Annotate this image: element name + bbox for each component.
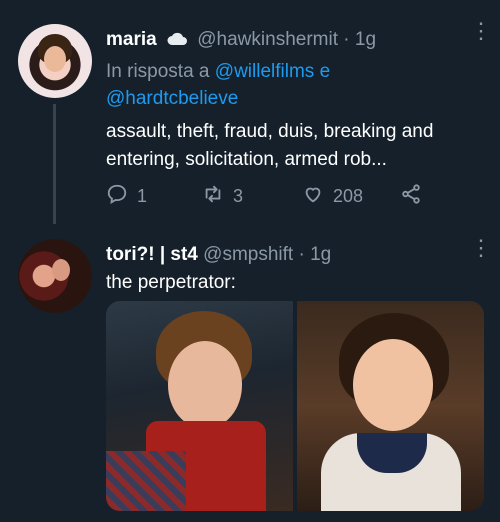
reply-user-link[interactable]: @hardtcbelieve: [106, 88, 238, 109]
display-name[interactable]: maria: [106, 29, 157, 50]
handle[interactable]: @hawkinshermit: [197, 29, 338, 50]
share-icon: [400, 183, 422, 210]
more-options-icon[interactable]: ⋮: [470, 20, 492, 42]
reply-count: 1: [137, 186, 148, 206]
tweet-header: maria @hawkinshermit · 1g: [106, 28, 376, 54]
reply-user-link[interactable]: @willelfilms: [215, 61, 315, 82]
media-photo[interactable]: [297, 301, 484, 511]
avatar-maria[interactable]: [18, 24, 92, 98]
heart-icon: [302, 183, 324, 210]
handle[interactable]: @smpshift: [203, 244, 293, 265]
timestamp[interactable]: 1g: [310, 244, 331, 265]
tweet-maria[interactable]: maria @hawkinshermit · 1g ⋮ In risposta …: [0, 0, 500, 225]
reply-context: In risposta a @willelfilms e @hardtcbeli…: [106, 58, 406, 112]
tweet-tori[interactable]: tori?! | st4 @smpshift · 1g ⋮ the perpet…: [0, 225, 500, 522]
thread-line: [53, 104, 56, 224]
retweet-button[interactable]: 3: [202, 183, 243, 210]
reply-button[interactable]: 1: [106, 183, 147, 210]
separator: ·: [298, 244, 305, 265]
media-photo[interactable]: [106, 301, 293, 511]
tweet-text-line: entering, solicitation, armed rob...: [106, 149, 387, 170]
timestamp[interactable]: 1g: [355, 29, 376, 50]
separator: ·: [343, 29, 350, 50]
share-button[interactable]: [400, 183, 422, 210]
avatar-tori[interactable]: [18, 239, 92, 313]
more-options-icon[interactable]: ⋮: [470, 237, 492, 259]
reply-conjunction: e: [319, 61, 331, 82]
tweet-text-line: assault, theft, fraud, duis, breaking an…: [106, 121, 434, 142]
media-grid[interactable]: [106, 301, 484, 511]
tweet-header: tori?! | st4 @smpshift · 1g: [106, 243, 331, 267]
retweet-count: 3: [233, 186, 244, 206]
action-bar: 1 3 208: [106, 183, 436, 209]
like-button[interactable]: 208: [302, 183, 363, 210]
like-count: 208: [333, 186, 364, 206]
retweet-icon: [202, 183, 224, 210]
tweet-text: the perpetrator:: [106, 272, 236, 293]
tweet-text: assault, theft, fraud, duis, breaking an…: [106, 118, 486, 174]
display-name[interactable]: tori?! | st4: [106, 244, 198, 265]
reply-prefix: In risposta a: [106, 61, 210, 82]
reply-icon: [106, 183, 128, 210]
cloud-icon: [166, 29, 188, 54]
